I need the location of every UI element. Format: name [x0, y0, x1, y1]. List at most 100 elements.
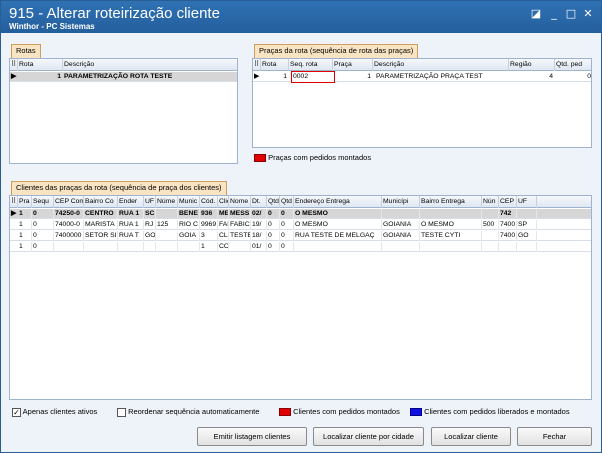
- cell: O MESMO: [294, 220, 382, 230]
- table-row[interactable]: ▶ 1 PARAMETRIZAÇÃO ROTA TESTE: [10, 72, 237, 82]
- column-header[interactable]: CEP Com: [54, 196, 84, 208]
- table-row[interactable]: ▶ 1 0002 1 PARAMETRIZAÇÃO PRAÇA TEST 4 0: [253, 71, 591, 83]
- cell: 02/: [251, 209, 267, 219]
- col-rota[interactable]: Rota: [261, 59, 289, 71]
- unchecked-box-icon: [117, 407, 126, 417]
- row-pointer-icon: ▶: [11, 210, 17, 217]
- column-header[interactable]: Pra: [18, 196, 32, 208]
- maximize-button[interactable]: □: [564, 7, 578, 21]
- localizar-cidade-button[interactable]: Localizar cliente por cidade: [313, 427, 424, 446]
- column-header[interactable]: Munic: [178, 196, 200, 208]
- tab-rotas[interactable]: Rotas: [11, 44, 41, 58]
- column-header[interactable]: Nome: [229, 196, 251, 208]
- row-pointer-icon: [10, 242, 18, 252]
- cell: [144, 242, 156, 252]
- table-row[interactable]: ▶ 1 0 74250-0 CENTRO RUA 1 SC BENE 936 ME MESS 02/0…: [10, 209, 591, 219]
- column-header[interactable]: Endereço Entrega: [294, 196, 382, 208]
- cell: GO: [517, 231, 537, 241]
- col-rota[interactable]: Rota: [18, 59, 63, 71]
- row-pointer-icon: ▶: [254, 73, 260, 80]
- pracas-grid: ⠿ Rota Seq. rota Praça Descrição Região …: [252, 58, 592, 148]
- header-indicator-icon: ⠿: [10, 59, 18, 71]
- cell: [517, 209, 537, 219]
- column-header[interactable]: Qtd: [267, 196, 280, 208]
- cell: O MESMO: [420, 220, 482, 230]
- cell: 7400: [500, 231, 517, 241]
- cell: 0: [280, 242, 294, 252]
- column-header[interactable]: UF: [517, 196, 537, 208]
- legend-label: Clientes com pedidos montados: [293, 407, 400, 416]
- apenas-ativos-checkbox[interactable]: ✓ Apenas clientes ativos: [12, 407, 97, 417]
- column-header[interactable]: Qtd: [280, 196, 294, 208]
- cell: MESS: [230, 209, 251, 219]
- column-header[interactable]: Ender: [118, 196, 144, 208]
- cell: 1: [18, 242, 32, 252]
- cell: 74250-0: [54, 209, 84, 219]
- column-header[interactable]: Clie: [218, 196, 229, 208]
- col-praca[interactable]: Praça: [333, 59, 373, 71]
- column-header[interactable]: UF: [144, 196, 156, 208]
- col-seq-rota[interactable]: Seq. rota: [289, 59, 333, 71]
- cell: [84, 242, 118, 252]
- table-row[interactable]: 1 0 7400000 SETOR SI RUA T GO GOIA 3 CLI TESTE 18/…: [10, 231, 591, 241]
- cell: 0: [587, 73, 591, 80]
- column-header[interactable]: Municípi: [382, 196, 420, 208]
- column-header[interactable]: Bairro Co: [84, 196, 118, 208]
- cell: CON: [219, 242, 229, 252]
- cell: 1: [18, 209, 32, 219]
- column-header[interactable]: Sequ: [32, 196, 54, 208]
- cell: RJ: [144, 220, 156, 230]
- montados-legend: Clientes com pedidos montados: [279, 407, 400, 417]
- cell: RUA 1: [118, 220, 144, 230]
- cell: 1: [367, 73, 371, 80]
- reordenar-checkbox[interactable]: Reordenar sequência automaticamente: [117, 407, 259, 417]
- column-header[interactable]: Nún: [482, 196, 499, 208]
- cell: 0: [280, 231, 294, 241]
- rotas-grid: ⠿ Rota Descrição ▶ 1 PARAMETRIZAÇÃO ROTA…: [9, 58, 238, 164]
- cell: 1: [200, 242, 218, 252]
- table-row[interactable]: 1074000-0MARISTARUA 1RJ125RIO C9969FABFA…: [10, 220, 591, 230]
- emitir-listagem-button[interactable]: Emitir listagem clientes: [197, 427, 307, 446]
- cell: FABIC: [230, 220, 251, 230]
- cell: CENTRO: [84, 209, 118, 219]
- col-descricao[interactable]: Descrição: [63, 59, 237, 71]
- cell: 0: [32, 242, 54, 252]
- col-descricao[interactable]: Descrição: [373, 59, 509, 71]
- cell: 500: [482, 220, 499, 230]
- cell: 1: [57, 73, 61, 80]
- cell: SP: [517, 220, 537, 230]
- column-header[interactable]: Dt.: [251, 196, 267, 208]
- tab-pracas[interactable]: Praças da rota (sequência de rota das pr…: [254, 44, 419, 58]
- cell: 125: [156, 220, 178, 230]
- column-header[interactable]: Núme: [156, 196, 178, 208]
- cell: 0: [32, 220, 54, 230]
- fechar-button[interactable]: Fechar: [517, 427, 592, 446]
- tab-clientes[interactable]: Clientes das praças da rota (sequência d…: [11, 181, 227, 195]
- cell: 1: [18, 220, 32, 230]
- clientes-grid: ⠿ Pra Sequ CEP Com Bairro Co Ender UF Núme Munic…: [9, 195, 592, 400]
- cell: O MESMO: [294, 209, 382, 219]
- cell: [156, 242, 178, 252]
- localizar-cliente-button[interactable]: Localizar cliente: [431, 427, 511, 446]
- checkbox-label: Apenas clientes ativos: [22, 407, 98, 416]
- red-swatch-icon: [279, 408, 291, 417]
- header-indicator-icon: ⠿: [253, 59, 261, 71]
- restore-icon[interactable]: ◪: [529, 7, 543, 21]
- seq-rota-input[interactable]: 0002: [291, 71, 335, 83]
- minimize-button[interactable]: _: [547, 7, 561, 21]
- cell: 1: [18, 231, 32, 241]
- cell: 7400000: [54, 231, 84, 241]
- column-header[interactable]: Bairro Entrega: [420, 196, 482, 208]
- col-qtd-ped[interactable]: Qtd. ped: [555, 59, 591, 71]
- close-button[interactable]: ✕: [581, 7, 595, 21]
- cell: [156, 231, 178, 241]
- col-regiao[interactable]: Região: [509, 59, 555, 71]
- column-header[interactable]: CEP: [499, 196, 517, 208]
- table-row[interactable]: 101CON01/00: [10, 242, 591, 252]
- rotas-header: ⠿ Rota Descrição: [10, 59, 237, 71]
- column-header[interactable]: Cód.: [200, 196, 218, 208]
- clientes-header: ⠿ Pra Sequ CEP Com Bairro Co Ender UF Núme Munic…: [10, 196, 591, 208]
- cell: GOIANIA: [382, 220, 420, 230]
- cell: [420, 209, 482, 219]
- legend-label: Clientes com pedidos liberados e montado…: [424, 407, 570, 416]
